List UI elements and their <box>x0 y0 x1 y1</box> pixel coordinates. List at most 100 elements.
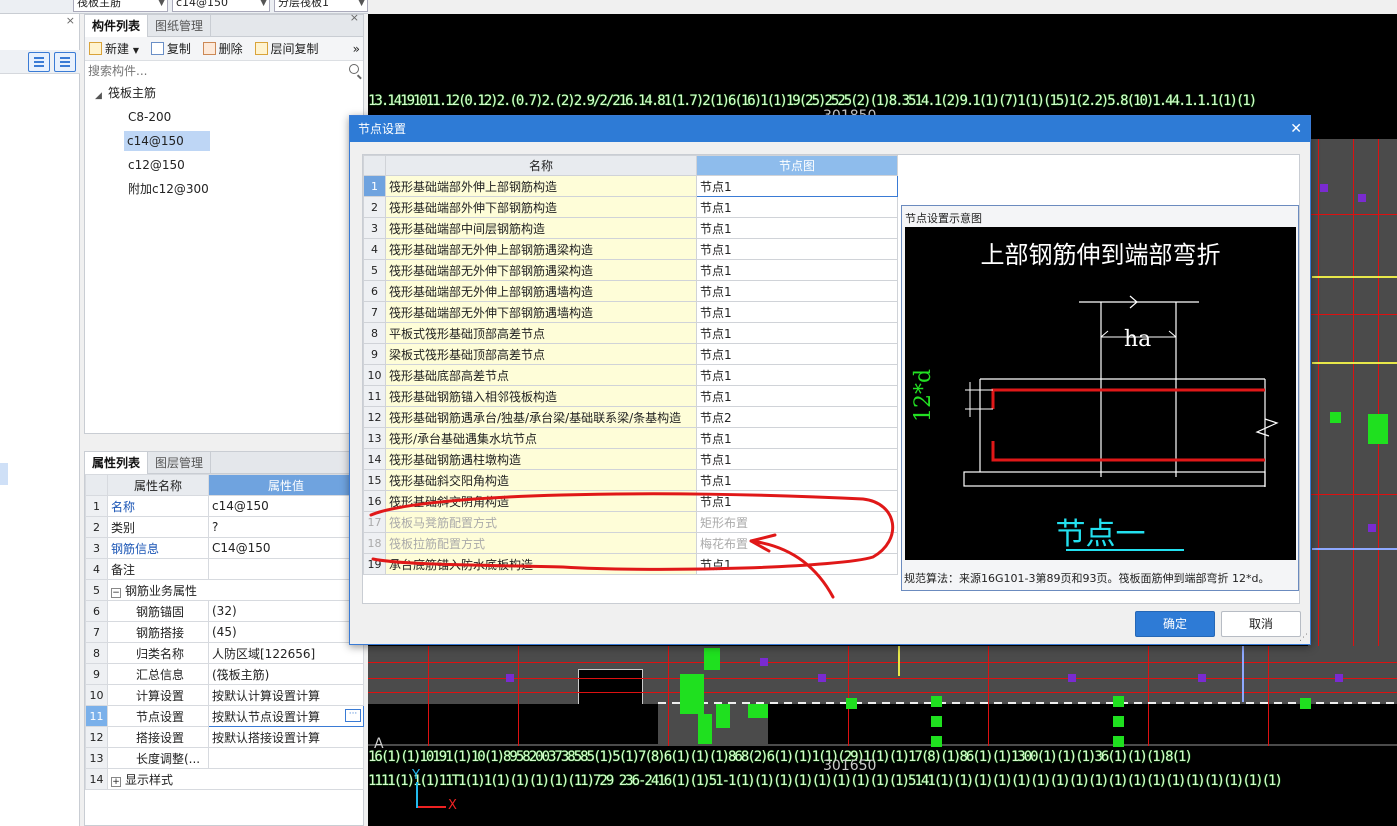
chevron-down-icon: ▼ <box>260 0 267 8</box>
header-node-image: 节点图 <box>696 155 898 176</box>
table-row[interactable]: 6 钢筋锚固 (32) <box>85 600 364 622</box>
floor-copy-icon <box>254 42 268 55</box>
node-diagram: 上部钢筋伸到端部弯折 ha 12*d 节点一 <box>905 227 1296 560</box>
tree-root[interactable]: 筏板主筋 <box>105 83 159 103</box>
collapse-icon[interactable]: − <box>111 587 121 598</box>
close-icon[interactable]: ✕ <box>1290 116 1302 142</box>
nav-selected-item[interactable] <box>0 463 8 485</box>
rule-note: 规范算法：来源16G101-3第89页和93页。筏板面筋伸到端部弯折 12*d。 <box>904 572 1270 585</box>
component-type-combo[interactable]: 筏板主筋 ▼ <box>73 0 168 12</box>
dialog-title-bar: 节点设置 ✕ <box>350 116 1310 142</box>
nav-toolbar <box>0 50 80 74</box>
expand-icon[interactable]: + <box>111 776 121 787</box>
node-settings-dialog: 节点设置 ✕ 名称 节点图 1 筏形基础端部外伸上部钢筋构造 节点1 2 筏形基础端部… <box>349 115 1311 645</box>
table-row[interactable]: 5− 钢筋业务属性 <box>85 579 364 601</box>
table-row[interactable]: 1 筏形基础端部外伸上部钢筋构造 节点1 <box>363 175 898 197</box>
node-label: 节点一 <box>1055 517 1146 552</box>
cad-dimension-strip: 13.14191011.12(0.12)2.(0.7)2.(2)2.9/2/21… <box>368 94 1257 108</box>
tab-drawing-management[interactable]: 图纸管理 <box>148 15 212 37</box>
search-icon[interactable] <box>349 64 359 74</box>
tab-property-list[interactable]: 属性列表 <box>85 452 149 474</box>
tree-item[interactable]: c12@150 <box>125 155 188 175</box>
header-name: 名称 <box>385 155 697 176</box>
component-tabs: 构件列表 图纸管理 × <box>85 11 363 37</box>
table-row[interactable]: 13 筏形/承台基础遇集水坑节点 节点1 <box>363 427 898 449</box>
table-row[interactable]: 2 筏形基础端部外伸下部钢筋构造 节点1 <box>363 196 898 218</box>
component-list-panel: 构件列表图纸管理 × 新建 ▼ 复制 删除 层间复制 » ◢ 筏板主筋 C8-2… <box>84 11 364 434</box>
close-icon[interactable]: × <box>350 11 359 24</box>
table-row[interactable]: 7 筏形基础端部无外伸下部钢筋遇墙构造 节点1 <box>363 301 898 323</box>
floor-copy-button[interactable]: 层间复制 <box>254 37 319 61</box>
header-property-name: 属性名称 <box>107 474 209 496</box>
list-view-icon[interactable] <box>28 52 50 72</box>
table-row[interactable]: 14 + 显示样式 <box>85 768 364 790</box>
resize-grip-icon[interactable]: ⋰ <box>1299 633 1308 643</box>
node-setting-value-field[interactable]: 按默认节点设置计算 ··· <box>208 705 364 727</box>
tree-item[interactable]: 附加c12@300 <box>125 179 212 199</box>
table-row[interactable]: 12 筏形基础钢筋遇承台/独基/承台梁/基础联系梁/条基构造 节点2 <box>363 406 898 428</box>
node-table-container: 名称 节点图 1 筏形基础端部外伸上部钢筋构造 节点1 2 筏形基础端部外伸下部钢筋构… <box>362 154 1300 604</box>
table-row[interactable]: 7 钢筋搭接 (45) <box>85 621 364 643</box>
chevron-down-icon: ▼ <box>158 0 165 8</box>
table-row[interactable]: 14 筏形基础钢筋遇柱墩构造 节点1 <box>363 448 898 470</box>
node-header: 名称 节点图 <box>363 155 898 176</box>
table-row[interactable]: 5 筏形基础端部无外伸下部钢筋遇梁构造 节点1 <box>363 259 898 281</box>
table-row[interactable]: 2 类别? <box>85 516 364 538</box>
expand-triangle-icon[interactable]: ◢ <box>95 91 102 101</box>
new-icon <box>89 42 102 55</box>
ok-button[interactable]: 确定 <box>1135 611 1215 637</box>
table-row[interactable]: 8 平板式筏形基础顶部高差节点 节点1 <box>363 322 898 344</box>
cad-dimension-strip: 16(1)(1)10191(1)10(1)89582003738585(1)5(… <box>368 750 1193 764</box>
tab-component-list[interactable]: 构件列表 <box>85 15 149 37</box>
cad-dimension-strip: 1111(1)1(1)11T1(1)1(1)(1)(1)(1)(11)729 2… <box>368 774 1283 788</box>
y-axis-icon <box>416 782 418 808</box>
ellipsis-button[interactable]: ··· <box>345 709 361 722</box>
grid-view-icon[interactable] <box>54 52 76 72</box>
table-row-current[interactable]: 11 节点设置 按默认节点设置计算 ··· <box>85 705 364 727</box>
search-box <box>85 61 363 81</box>
more-icon[interactable]: » <box>353 37 360 61</box>
property-header: 属性名称 属性值 <box>85 474 364 496</box>
copy-button[interactable]: 复制 <box>150 37 191 61</box>
table-row[interactable]: 4 备注 <box>85 558 364 580</box>
label-12d: 12*d <box>911 368 936 422</box>
delete-button[interactable]: 删除 <box>202 37 243 61</box>
table-row[interactable]: 10 计算设置 按默认计算设置计算 <box>85 684 364 706</box>
table-row[interactable]: 12 搭接设置 按默认搭接设置计算 <box>85 726 364 748</box>
copy-icon <box>150 42 164 55</box>
top-toolbar: 筏板主筋 ▼ c14@150 ▼ 分层筏板1 ▼ <box>0 0 368 14</box>
table-row[interactable]: 9 梁板式筏形基础顶部高差节点 节点1 <box>363 343 898 365</box>
preview-title: 节点设置示意图 <box>905 212 982 225</box>
component-combo[interactable]: c14@150 ▼ <box>172 0 270 12</box>
table-row[interactable]: 6 筏形基础端部无外伸上部钢筋遇墙构造 节点1 <box>363 280 898 302</box>
table-row[interactable]: 1 名称 c14@150 <box>85 495 364 517</box>
search-input[interactable] <box>85 61 363 81</box>
table-row[interactable]: 8 归类名称 人防区域[122656] <box>85 642 364 664</box>
property-panel: 属性列表 图层管理 属性名称 属性值 1 名称 c14@150 2 类别? 3 钢筋信息 C… <box>84 451 364 826</box>
cad-dimension-label: 301650 <box>823 758 877 774</box>
table-row[interactable]: 4 筏形基础端部无外伸上部钢筋遇梁构造 节点1 <box>363 238 898 260</box>
navigation-panel: × <box>0 14 80 826</box>
label-ha: ha <box>1124 327 1152 352</box>
cancel-button[interactable]: 取消 <box>1221 611 1301 637</box>
table-row[interactable]: 11 筏形基础钢筋锚入相邻筏板构造 节点1 <box>363 385 898 407</box>
node-preview-panel: 节点设置示意图 上部钢筋伸到端部弯折 ha 12*d 节点一 规范算法：来源16… <box>901 205 1299 591</box>
property-tabs: 属性列表 图层管理 <box>85 452 363 474</box>
new-button[interactable]: 新建 ▼ <box>89 37 139 61</box>
x-axis-icon <box>416 806 446 808</box>
table-row[interactable]: 3 筏形基础端部中间层钢筋构造 节点1 <box>363 217 898 239</box>
dialog-title: 节点设置 <box>358 122 407 136</box>
table-row[interactable]: 13 长度调整(... <box>85 747 364 769</box>
property-table: 属性名称 属性值 1 名称 c14@150 2 类别? 3 钢筋信息 C14@150 4备… <box>85 474 364 790</box>
tree-item-selected[interactable]: c14@150 <box>124 131 210 151</box>
chevron-down-icon: ▼ <box>132 46 139 55</box>
chevron-down-icon: ▼ <box>358 0 365 8</box>
table-row[interactable]: 9 汇总信息 (筏板主筋) <box>85 663 364 685</box>
tab-layer-management[interactable]: 图层管理 <box>148 452 212 474</box>
component-toolbar: 新建 ▼ 复制 删除 层间复制 » <box>85 37 363 61</box>
tree-item[interactable]: C8-200 <box>125 107 174 127</box>
table-row[interactable]: 3 钢筋信息 C14@150 <box>85 537 364 559</box>
close-icon[interactable]: × <box>66 14 75 27</box>
delete-icon <box>202 42 216 55</box>
table-row[interactable]: 10 筏形基础底部高差节点 节点1 <box>363 364 898 386</box>
